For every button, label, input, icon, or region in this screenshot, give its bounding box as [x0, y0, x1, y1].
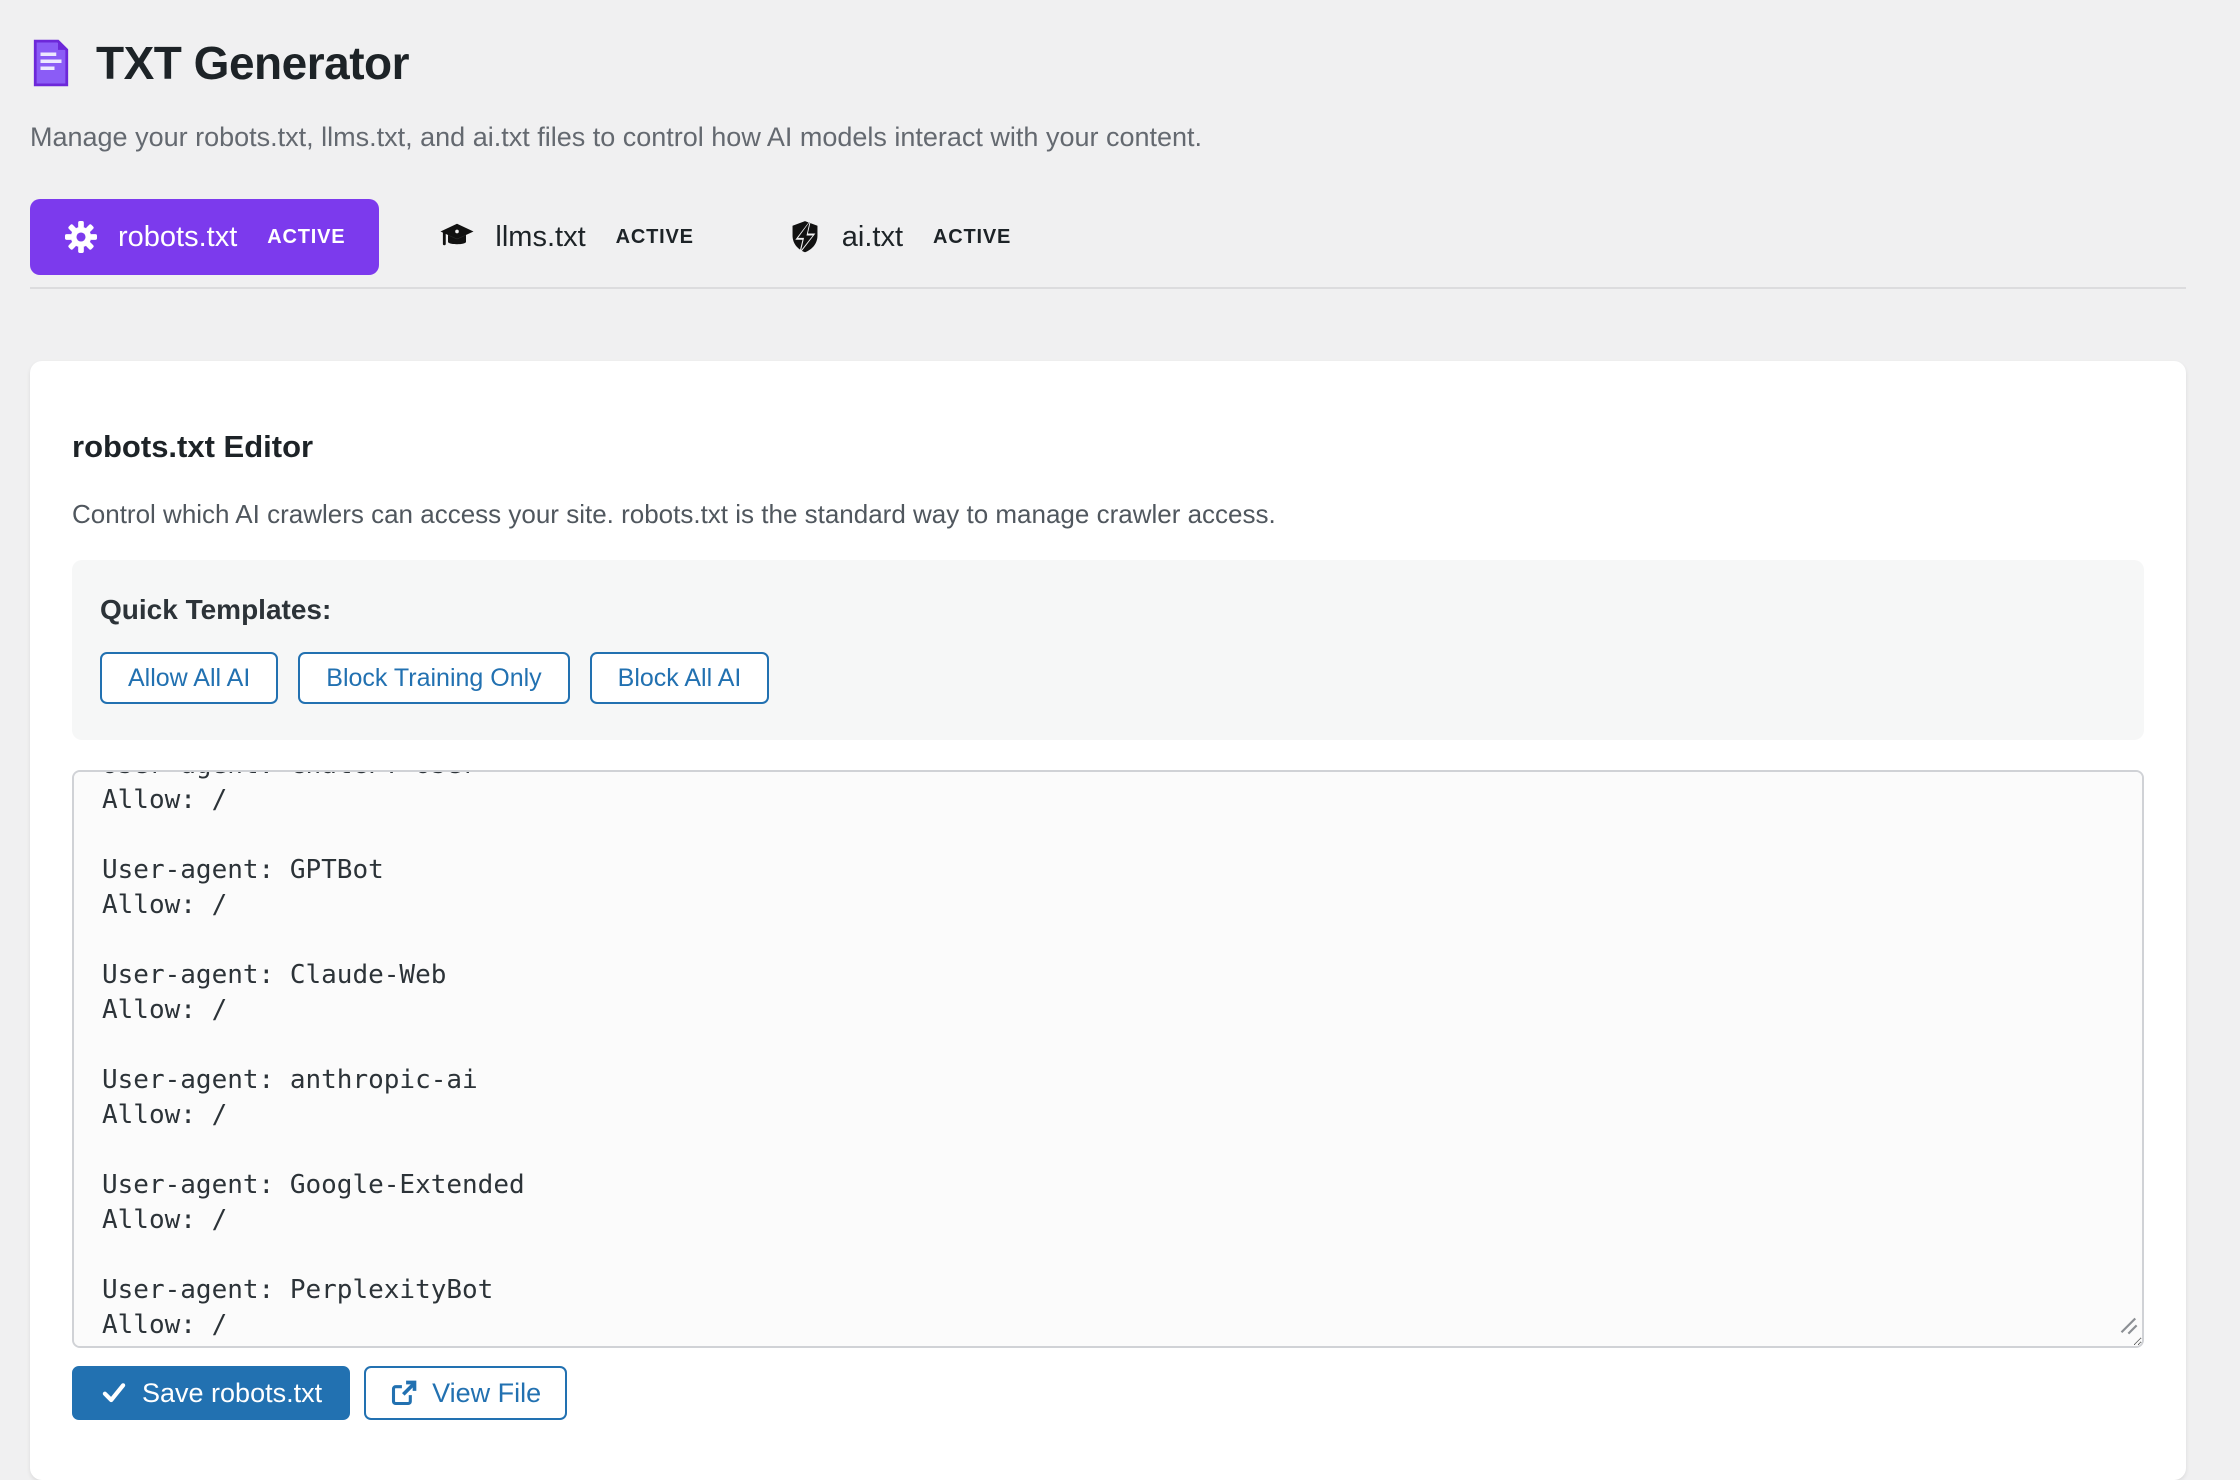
block-training-only-button[interactable]: Block Training Only [298, 652, 569, 704]
external-link-icon [390, 1379, 418, 1407]
robots-txt-textarea[interactable]: User-agent: ChatGPT-User Allow: / User-a… [72, 770, 2144, 1348]
page-title: TXT Generator [96, 36, 409, 90]
shield-bolt-icon [788, 219, 822, 255]
tab-status-badge: ACTIVE [616, 226, 694, 249]
tabs-divider [30, 287, 2186, 289]
robots-editor-wrap: User-agent: ChatGPT-User Allow: / User-a… [72, 770, 2144, 1348]
quick-templates-label: Quick Templates: [100, 594, 2116, 626]
quick-templates-buttons: Allow All AI Block Training Only Block A… [100, 652, 2116, 704]
tab-label: robots.txt [118, 221, 237, 254]
view-file-button[interactable]: View File [364, 1366, 567, 1420]
tab-ai-txt[interactable]: ai.txt ACTIVE [754, 199, 1045, 275]
allow-all-ai-button[interactable]: Allow All AI [100, 652, 278, 704]
tab-robots-txt[interactable]: robots.txt ACTIVE [30, 199, 379, 275]
file-tabs: robots.txt ACTIVE llms.txt ACTIVE [30, 199, 2186, 275]
quick-templates-box: Quick Templates: Allow All AI Block Trai… [72, 560, 2144, 740]
robots-editor-card: robots.txt Editor Control which AI crawl… [30, 361, 2186, 1480]
editor-actions: Save robots.txt View File [72, 1366, 2144, 1420]
gear-icon [64, 220, 98, 254]
document-icon [30, 38, 72, 88]
block-all-ai-button[interactable]: Block All AI [590, 652, 770, 704]
card-description: Control which AI crawlers can access you… [72, 499, 2144, 530]
tab-status-badge: ACTIVE [933, 226, 1011, 249]
page: TXT Generator Manage your robots.txt, ll… [0, 0, 2240, 1480]
tab-status-badge: ACTIVE [267, 226, 345, 249]
tab-llms-txt[interactable]: llms.txt ACTIVE [405, 199, 727, 275]
page-subtitle: Manage your robots.txt, llms.txt, and ai… [30, 122, 2186, 153]
page-header: TXT Generator [30, 36, 2186, 90]
graduation-cap-icon [439, 219, 475, 255]
save-button-label: Save robots.txt [142, 1378, 322, 1409]
view-file-button-label: View File [432, 1378, 541, 1409]
save-robots-txt-button[interactable]: Save robots.txt [72, 1366, 350, 1420]
tab-label: ai.txt [842, 221, 903, 254]
card-heading: robots.txt Editor [72, 429, 2144, 465]
check-icon [100, 1379, 128, 1407]
tab-label: llms.txt [495, 221, 585, 254]
